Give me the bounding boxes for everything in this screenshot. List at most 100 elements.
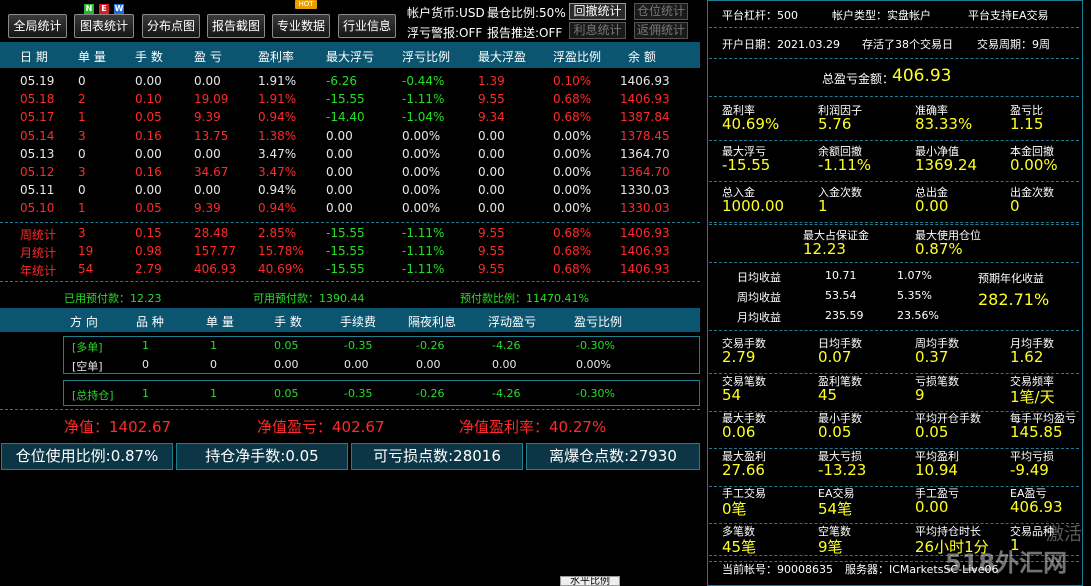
liquidation-points-button[interactable]: 离爆仓点数:27930 [526, 443, 700, 470]
stat-value: 0 [1010, 197, 1020, 215]
net-lots-button[interactable]: 持仓净手数:0.05 [176, 443, 348, 470]
daily-cell-max_float_loss: 0.00 [326, 128, 353, 143]
col-profit-rate: 盈利率 [258, 50, 295, 64]
daily-cell-lots: 0.00 [135, 183, 162, 198]
account-currency: 帐户货币:USD [407, 6, 485, 20]
rebate-stats-button[interactable]: 返佣统计 [634, 22, 688, 39]
daily-cell-max_float_loss: 0.00 [326, 146, 353, 161]
col-fee: 手续费 [340, 315, 377, 329]
daily-cell-float_loss_ratio: 0.00% [402, 201, 441, 216]
summary-label: 周统计 [20, 228, 57, 242]
industry-info-button[interactable]: 行业信息 [338, 14, 396, 38]
summary-label: 月统计 [20, 246, 57, 260]
daily-cell-balance: 1330.03 [620, 201, 670, 216]
platform-leverage: 平台杠杆：500 [722, 9, 798, 22]
stat-value: 0.05 [915, 423, 949, 441]
stat-value: 27.66 [722, 460, 765, 479]
daily-cell-max_float_loss: -15.55 [326, 92, 365, 107]
stat-value: 1笔/天 [1010, 387, 1055, 406]
daily-cell-pnl: 9.39 [194, 201, 221, 216]
summary-cell-lots: 2.79 [135, 262, 162, 276]
daily-cell-rate: 1.38% [258, 128, 297, 143]
drawdown-stats-button[interactable]: 回撤统计 [569, 3, 626, 20]
col-symbols: 品 种 [136, 315, 164, 329]
distribution-chart-button[interactable]: 分布点图 [142, 14, 200, 38]
daily-cell-rate: 3.47% [258, 165, 297, 179]
daily-cell-lots: 0.05 [135, 110, 162, 125]
daily-cell-lots: 0.05 [135, 201, 162, 216]
col-balance: 余 额 [628, 50, 656, 64]
stat-value: 0.37 [915, 348, 949, 366]
daily-cell-float_profit_ratio: 0.00% [553, 201, 592, 216]
daily-cell-orders: 3 [78, 165, 86, 179]
daily-cell-pnl: 34.67 [194, 165, 229, 179]
stat-value: 145.85 [1010, 423, 1063, 441]
summary-cell-balance: 1406.93 [620, 244, 670, 258]
position-table-header: 方 向 品 种 单 量 手 数 手续费 隔夜利息 浮动盈亏 盈亏比例 [0, 308, 700, 332]
return-percent: 1.07% [897, 269, 932, 282]
stat-value: 1.62 [1010, 348, 1044, 366]
summary-cell-float_loss_ratio: -1.11% [402, 262, 445, 276]
position-usage-button[interactable]: 仓位使用比例:0.87% [1, 443, 173, 470]
stat-value: 0.00% [1010, 156, 1058, 174]
daily-cell-date: 05.14 [20, 128, 55, 143]
daily-cell-max_float_profit: 0.00 [478, 201, 505, 216]
daily-cell-rate: 3.47% [258, 146, 297, 161]
daily-cell-balance: 1330.03 [620, 183, 670, 198]
stat-value: 2.79 [722, 348, 756, 366]
col-pnl: 盈 亏 [194, 50, 222, 64]
daily-cell-pnl: 0.00 [194, 146, 221, 161]
report-screenshot-button[interactable]: 报告截图 [207, 14, 265, 38]
summary-cell-max_float_profit: 9.55 [478, 262, 505, 276]
stat-value: 1.15 [1010, 115, 1044, 133]
position-total-dir: [总持仓] [72, 389, 114, 402]
summary-label: 年统计 [20, 264, 57, 278]
loss-points-button[interactable]: 可亏损点数:28016 [351, 443, 523, 470]
new-badge-e: E [99, 4, 109, 14]
position-cell-dir: [空单] [72, 360, 103, 373]
daily-cell-balance: 1406.93 [620, 92, 670, 107]
summary-cell-rate: 2.85% [258, 226, 297, 240]
daily-cell-lots: 0.00 [135, 74, 162, 88]
pro-data-button[interactable]: 专业数据 [272, 14, 330, 38]
stat-value: 83.33% [915, 115, 973, 133]
account-number: 当前帐号：90008635 [722, 563, 833, 576]
col-max-float-loss: 最大浮亏 [326, 50, 375, 64]
stat-value: 0.07 [818, 348, 852, 366]
interest-stats-button[interactable]: 利息统计 [569, 22, 626, 39]
daily-cell-orders: 0 [78, 146, 86, 161]
daily-cell-float_loss_ratio: -0.44% [402, 74, 445, 88]
stat-value: 9笔 [818, 537, 843, 556]
annual-return-value: 282.71% [978, 290, 1050, 309]
col-float-pnl: 浮动盈亏 [488, 315, 537, 329]
daily-cell-date: 05.10 [20, 201, 55, 216]
summary-cell-balance: 1406.93 [620, 226, 670, 240]
daily-cell-max_float_profit: 0.00 [478, 165, 505, 179]
position-cell-float_pnl: -4.26 [492, 339, 521, 352]
open-date: 开户日期：2021.03.29 [722, 38, 840, 51]
position-cell-lots: 0.00 [274, 358, 299, 371]
daily-cell-pnl: 0.00 [194, 74, 221, 88]
summary-cell-pnl: 28.48 [194, 226, 229, 240]
return-value: 53.54 [825, 289, 857, 302]
daily-cell-orders: 0 [78, 183, 86, 198]
daily-cell-max_float_loss: 0.00 [326, 165, 353, 179]
return-label: 月均收益 [737, 311, 781, 324]
daily-cell-orders: 1 [78, 201, 86, 216]
position-cell-swap: 0.00 [416, 358, 441, 371]
position-stats-button[interactable]: 仓位统计 [634, 3, 688, 20]
stat-value: 10.94 [915, 460, 958, 479]
position-total-lots: 0.05 [274, 387, 299, 400]
chart-stats-button[interactable]: 图表统计 [74, 14, 134, 38]
margin-used: 已用预付款：12.23 [64, 292, 162, 305]
position-cell-swap: -0.26 [416, 339, 445, 352]
daily-cell-date: 05.17 [20, 110, 55, 125]
summary-cell-float_profit_ratio: 0.68% [553, 262, 592, 276]
daily-cell-max_float_loss: 0.00 [326, 201, 353, 216]
account-type: 帐户类型：实盘帐户 [832, 9, 931, 22]
stat-value: 1 [818, 197, 828, 215]
global-stats-button[interactable]: 全局统计 [8, 14, 67, 38]
stat-value: 9 [915, 385, 925, 404]
return-label: 周均收益 [737, 291, 781, 304]
position-total-fee: -0.35 [344, 387, 373, 400]
